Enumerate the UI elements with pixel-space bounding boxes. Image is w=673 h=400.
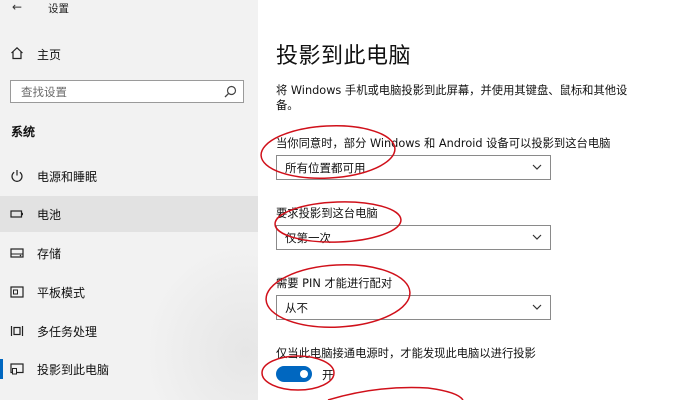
tablet-mode-icon <box>10 286 24 298</box>
sidebar-item-label: 电池 <box>37 208 62 222</box>
chevron-down-icon <box>532 164 542 170</box>
annotation-ellipse-bottom <box>327 386 464 400</box>
chevron-down-icon <box>532 304 542 310</box>
project-icon <box>10 363 24 375</box>
availability-dropdown[interactable]: 所有位置都可用 <box>276 155 551 180</box>
sidebar-item-project-to-pc[interactable]: 投影到此电脑 <box>0 351 258 387</box>
availability-value: 所有位置都可用 <box>285 161 366 175</box>
sidebar: ← 设置 主页 查找设置 系统 电源和睡眠 电池 存储 平板模式 多任务处理 投… <box>0 0 258 400</box>
back-arrow-icon: ← <box>11 0 23 14</box>
toggle-knob <box>300 370 308 378</box>
home-nav-item[interactable]: 主页 <box>0 40 258 66</box>
sidebar-item-label: 平板模式 <box>37 286 86 300</box>
search-input[interactable]: 查找设置 <box>10 80 244 103</box>
sidebar-item-label: 投影到此电脑 <box>37 363 110 377</box>
power-discovery-toggle[interactable] <box>276 366 312 382</box>
battery-icon <box>10 210 23 218</box>
sidebar-item-label: 电源和睡眠 <box>37 170 98 184</box>
require-pin-label: 需要 PIN 才能进行配对 <box>276 277 393 290</box>
title-bar: ← 设置 <box>0 0 258 16</box>
page-description: 将 Windows 手机或电脑投影到此屏幕，并使用其键盘、鼠标和其他设备。 <box>276 84 628 112</box>
multitasking-icon <box>10 326 24 336</box>
storage-icon <box>10 248 24 258</box>
power-icon <box>11 170 23 182</box>
back-button[interactable]: ← <box>8 0 26 14</box>
require-pin-dropdown[interactable]: 从不 <box>276 295 551 320</box>
ask-to-project-label: 要求投影到这台电脑 <box>276 207 378 220</box>
sidebar-item-power-sleep[interactable]: 电源和睡眠 <box>0 158 258 194</box>
require-pin-value: 从不 <box>285 301 308 315</box>
main-content: 投影到此电脑 将 Windows 手机或电脑投影到此屏幕，并使用其键盘、鼠标和其… <box>258 0 673 400</box>
sidebar-item-label: 多任务处理 <box>37 325 98 339</box>
sidebar-item-label: 存储 <box>37 247 62 261</box>
search-icon[interactable] <box>224 85 237 98</box>
sidebar-item-multitasking[interactable]: 多任务处理 <box>0 313 258 349</box>
toggle-state-text: 开 <box>322 368 334 382</box>
sidebar-item-tablet-mode[interactable]: 平板模式 <box>0 274 258 310</box>
availability-label: 当你同意时，部分 Windows 和 Android 设备可以投影到这台电脑 <box>276 137 611 150</box>
section-title-system: 系统 <box>11 125 36 139</box>
sidebar-item-storage[interactable]: 存储 <box>0 235 258 271</box>
ask-to-project-value: 仅第一次 <box>285 231 331 245</box>
sidebar-item-battery[interactable]: 电池 <box>0 196 258 232</box>
search-placeholder: 查找设置 <box>21 85 67 99</box>
home-label: 主页 <box>37 48 62 62</box>
home-icon <box>11 46 23 60</box>
chevron-down-icon <box>532 234 542 240</box>
page-title: 投影到此电脑 <box>276 44 412 69</box>
ask-to-project-dropdown[interactable]: 仅第一次 <box>276 225 551 250</box>
power-discovery-label: 仅当此电脑接通电源时，才能发现此电脑以进行投影 <box>276 347 536 360</box>
app-title: 设置 <box>48 3 69 15</box>
